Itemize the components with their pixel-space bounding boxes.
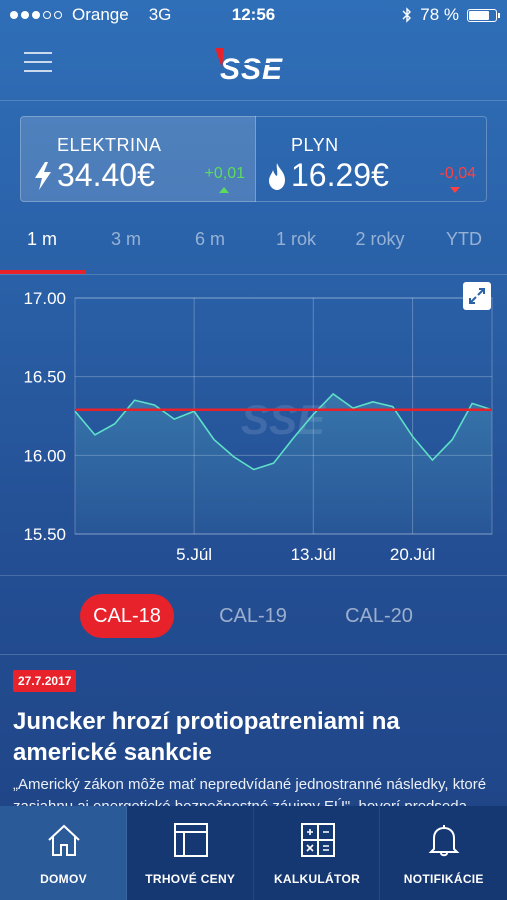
nav-trhove-ceny[interactable]: TRHOVÉ CENY: [127, 806, 254, 900]
y-tick-label: 15.50: [23, 525, 66, 544]
contract-cal-19[interactable]: CAL-19: [206, 594, 300, 638]
contract-selector: CAL-18 CAL-19 CAL-20: [0, 594, 507, 638]
calculator-icon: [300, 823, 335, 857]
svg-text:SSE: SSE: [220, 53, 283, 86]
battery-icon: [467, 8, 500, 22]
nav-label-trhove-ceny: TRHOVÉ CENY: [145, 872, 236, 886]
period-tabs: 1 m 3 m 6 m 1 rok 2 roky YTD: [0, 214, 507, 274]
gas-price: 16.29€: [291, 157, 389, 193]
nav-label-kalkulator: KALKULÁTOR: [273, 872, 361, 886]
news-title[interactable]: Juncker hrozí protiopatreniami na americ…: [13, 706, 498, 768]
x-tick-label: 5.Júl: [176, 545, 212, 564]
electricity-price: 34.40€: [57, 157, 155, 193]
x-tick-label: 20.Júl: [390, 545, 435, 564]
fullscreen-button[interactable]: [463, 282, 491, 310]
menu-button[interactable]: [24, 52, 52, 74]
header-divider: [0, 100, 507, 101]
hamburger-icon: [24, 52, 52, 54]
sse-logo: SSE: [215, 48, 292, 86]
electricity-change: +0,01: [204, 165, 245, 182]
up-arrow-icon: [219, 187, 229, 193]
y-tick-label: 16.50: [23, 368, 66, 387]
status-right: 78 %: [402, 5, 500, 25]
lightning-icon: [35, 162, 51, 190]
nav-notifikacie[interactable]: NOTIFIKÁCIE: [380, 806, 507, 900]
down-arrow-icon: [450, 187, 460, 193]
y-axis-labels: 17.00 16.50 16.00 15.50: [23, 289, 66, 544]
tab-6m[interactable]: 6 m: [168, 214, 252, 274]
nav-label-domov: DOMOV: [40, 872, 87, 886]
news-excerpt: „Americký zákon môže mať nepredvídané je…: [13, 776, 487, 806]
gas-label: PLYN: [291, 135, 339, 155]
y-tick-label: 17.00: [23, 289, 66, 308]
home-icon: [48, 824, 80, 856]
tabs-divider: [0, 274, 507, 275]
electricity-label: ELEKTRINA: [57, 135, 162, 155]
nav-domov[interactable]: DOMOV: [0, 806, 127, 900]
battery-percent: 78 %: [420, 5, 459, 24]
chart-divider: [0, 575, 507, 576]
market-prices-icon: [173, 823, 208, 857]
expand-icon: [469, 288, 485, 304]
status-bar: Orange 3G 12:56 78 %: [0, 0, 507, 30]
news-article[interactable]: 27.7.2017 Juncker hrozí protiopatreniami…: [0, 656, 507, 806]
tab-1m[interactable]: 1 m: [0, 214, 86, 274]
bluetooth-icon: [402, 7, 412, 23]
x-tick-label: 13.Júl: [291, 545, 336, 564]
price-chart[interactable]: SSE 17.0016.5016.0015.50 5.Júl 13.Júl 20.J…: [0, 276, 507, 576]
y-tick-label: 16.00: [23, 446, 66, 465]
nav-kalkulator[interactable]: KALKULÁTOR: [254, 806, 381, 900]
contract-cal-20[interactable]: CAL-20: [332, 594, 426, 638]
nav-label-notifikacie: NOTIFIKÁCIE: [403, 872, 484, 886]
news-date-badge: 27.7.2017: [13, 670, 77, 692]
tab-1-rok[interactable]: 1 rok: [254, 214, 338, 274]
contract-cal-18[interactable]: CAL-18: [80, 594, 174, 638]
bottom-navigation: DOMOV TRHOVÉ CENY KALKULÁTOR NOTIFIKÁCIE: [0, 806, 507, 900]
app-header: SSE: [0, 30, 507, 100]
tab-3m[interactable]: 3 m: [84, 214, 168, 274]
tab-2-roky[interactable]: 2 roky: [338, 214, 422, 274]
bell-icon: [428, 825, 460, 857]
x-axis-labels: 5.Júl 13.Júl 20.Júl: [176, 545, 435, 564]
gas-change: -0,04: [439, 165, 476, 182]
electricity-price-card[interactable]: ELEKTRINA 34.40€ +0,01: [20, 116, 256, 202]
gas-price-card[interactable]: PLYN 16.29€ -0,04: [255, 116, 487, 202]
contracts-divider: [0, 654, 507, 655]
tab-ytd[interactable]: YTD: [422, 214, 506, 274]
flame-icon: [269, 163, 285, 190]
